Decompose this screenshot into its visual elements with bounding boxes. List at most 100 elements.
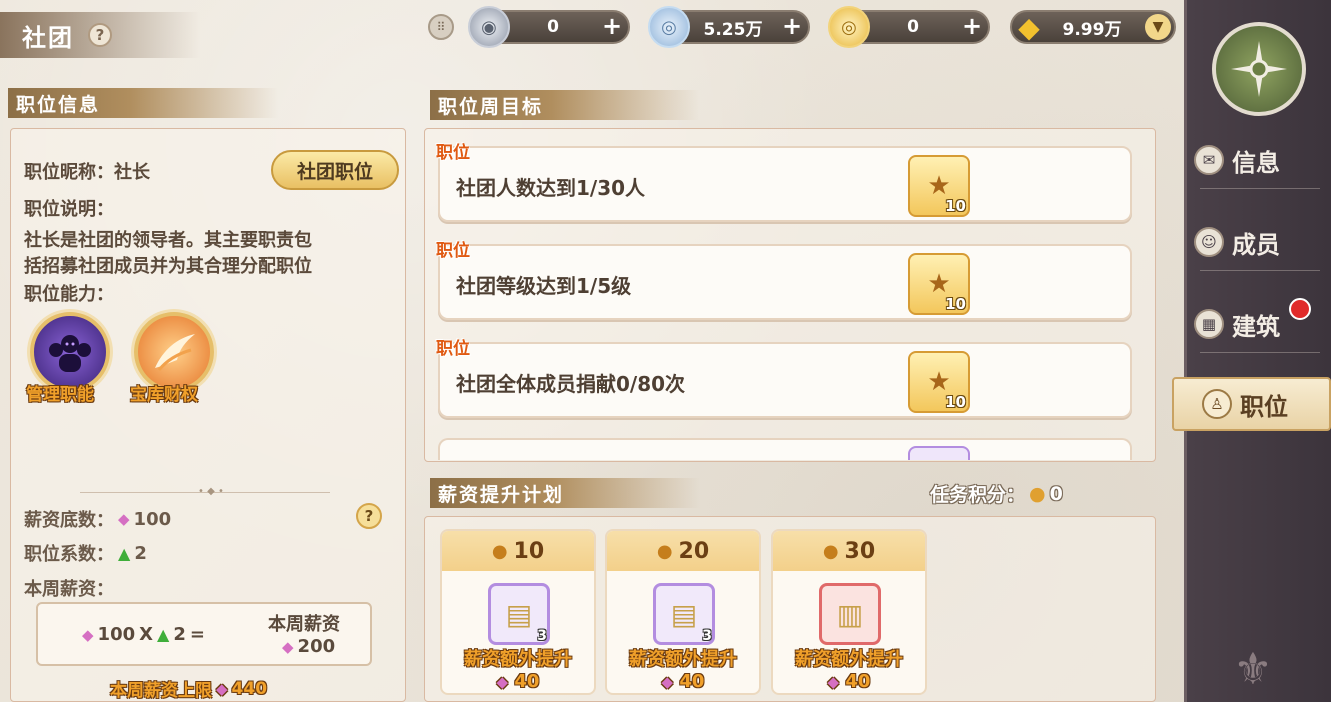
ornament-icon: ⚜: [1233, 644, 1273, 695]
plan-points: 30: [844, 538, 876, 564]
weekly-salary-box: ◆ 100 X ▲ 2 = 本周薪资 ◆ 200: [36, 602, 372, 666]
section-title: 薪资提升计划: [438, 483, 565, 506]
compass-button[interactable]: [1212, 22, 1306, 116]
currency-value: 0: [907, 17, 919, 37]
add-silver-button[interactable]: +: [780, 14, 804, 39]
section-title: 职位周目标: [438, 95, 544, 118]
currency-value: 9.99万: [1062, 19, 1122, 40]
section-title: 职位信息: [16, 93, 101, 116]
description-label: 职位说明：: [24, 199, 114, 220]
plan-card[interactable]: ● 10 ▤ 3 薪资额外提升 ◆ 40: [440, 529, 596, 695]
task-score-label: 任务积分：: [930, 484, 1026, 506]
reward-count: 10: [945, 393, 966, 411]
plan-card[interactable]: ● 20 ▤ 3 薪资额外提升 ◆ 40: [605, 529, 761, 695]
formula-base: 100: [97, 624, 136, 645]
salary-base-value: 100: [133, 508, 172, 530]
divider: [1200, 188, 1320, 189]
help-icon[interactable]: ?: [88, 23, 112, 47]
goal-item: 职位 社团人数达到1/30人 ★ 10: [436, 143, 1132, 222]
plan-card-header: ● 20: [607, 531, 759, 571]
club-position-button[interactable]: 社团职位: [271, 150, 399, 190]
section-header-weekly-goals: 职位周目标: [430, 90, 700, 120]
goal-tag: 职位: [436, 339, 470, 359]
plan-cost: ◆ 40: [607, 671, 759, 692]
book-icon: ▥: [836, 597, 864, 631]
sidebar-item-info[interactable]: ✉ 信息: [1194, 140, 1324, 180]
goal-item-partial: [438, 438, 1132, 460]
box-value: 200: [297, 636, 336, 657]
compass-icon: [1231, 41, 1287, 97]
goal-text: 社团等级达到1/5级: [456, 274, 632, 298]
currency-medal: ◉ 0 +: [468, 6, 630, 48]
description-text-line2: 括招募社团成员并为其合理分配职位: [24, 256, 312, 277]
gem-icon: ◆: [118, 510, 130, 528]
salary-cap-label: 本周薪资上限: [110, 681, 212, 701]
plan-cost-value: 40: [845, 671, 871, 692]
chat-bubble-icon: ✉: [1194, 145, 1224, 175]
plan-reward-item[interactable]: ▤ 3: [488, 583, 550, 645]
add-gold-button[interactable]: +: [960, 14, 984, 39]
page-header: 社团 ?: [0, 12, 200, 58]
plan-item-label: 薪资额外提升: [795, 649, 903, 670]
plan-item-label: 薪资额外提升: [629, 649, 737, 670]
salary-base-row: 薪资底数： ◆ 100: [24, 506, 171, 532]
reward-medal[interactable]: ★ 10: [908, 351, 970, 413]
currency-value: 0: [547, 17, 559, 37]
formula-equals: =: [189, 624, 205, 645]
sidebar-item-members[interactable]: ☺ 成员: [1194, 222, 1324, 262]
vault-wings-icon: [155, 334, 195, 371]
goal-tag: 职位: [436, 241, 470, 261]
goal-text: 社团全体成员捐献0/80次: [456, 372, 686, 396]
diamond-icon: ◆: [1018, 10, 1040, 44]
plan-card-header: ● 10: [442, 531, 594, 571]
arrow-up-icon: ▲: [157, 625, 170, 644]
currency-silver: ◎ 5.25万 +: [648, 6, 810, 48]
salary-base-label: 薪资底数：: [24, 510, 114, 531]
medal-icon: ●: [491, 540, 508, 562]
gem-icon: ◆: [661, 673, 674, 691]
plan-cost: ◆ 40: [773, 671, 925, 692]
reward-item-icon: [908, 446, 970, 460]
medal-icon: ●: [656, 540, 673, 562]
reward-medal[interactable]: ★ 10: [908, 155, 970, 217]
goal-item: 职位 社团等级达到1/5级 ★ 10: [436, 241, 1132, 320]
salary-help-icon[interactable]: ?: [356, 503, 382, 529]
gold-coin-icon: ◎: [828, 6, 870, 48]
sidebar-item-label: 建筑: [1232, 312, 1280, 341]
ability-label: 职位能力：: [24, 284, 114, 305]
item-count: 3: [702, 628, 712, 644]
currency-diamond: ◆ 9.99万 ▼: [1010, 10, 1176, 44]
dropdown-toggle[interactable]: ▼: [1145, 14, 1171, 40]
plan-card[interactable]: ● 30 ▥ 薪资额外提升 ◆ 40: [771, 529, 927, 695]
task-score-value: 0: [1049, 482, 1063, 505]
sidebar-item-position[interactable]: ♙ 职位: [1172, 377, 1331, 431]
page-title: 社团: [22, 23, 74, 52]
description-text-line1: 社长是社团的领导者。其主要职责包: [24, 230, 312, 251]
arrow-up-icon: ▲: [118, 543, 131, 563]
medal-icon: ●: [1029, 482, 1046, 505]
scroll-icon: ▤: [670, 597, 698, 631]
plan-card-header: ● 30: [773, 531, 925, 571]
currency-value: 5.25万: [703, 19, 763, 40]
salary-cap-row: 本周薪资上限 ◆ 440: [110, 676, 268, 702]
box-title: 本周薪资: [268, 614, 340, 635]
plan-cost-value: 40: [679, 671, 705, 692]
salary-cap-value: 440: [231, 678, 268, 699]
section-header-salary-plan: 薪资提升计划: [430, 478, 700, 508]
goal-item: 职位 社团全体成员捐献0/80次 ★ 10: [436, 339, 1132, 418]
plan-reward-item[interactable]: ▤ 3: [653, 583, 715, 645]
divider-ornament-icon: • ◆ •: [198, 486, 224, 497]
grid-menu-icon[interactable]: ⠿: [428, 14, 454, 40]
item-count: 3: [537, 628, 547, 644]
gem-icon: ◆: [827, 673, 840, 691]
sidebar-item-label: 职位: [1240, 392, 1288, 421]
goal-tag: 职位: [436, 143, 470, 163]
reward-medal[interactable]: ★ 10: [908, 253, 970, 315]
nickname-label: 职位昵称：社长: [24, 162, 150, 183]
formula-coef: 2: [173, 624, 186, 645]
add-medal-button[interactable]: +: [600, 14, 624, 39]
formula-times: X: [139, 624, 154, 645]
plan-reward-item[interactable]: ▥: [819, 583, 881, 645]
coefficient-row: 职位系数： ▲ 2: [24, 540, 147, 566]
building-icon: ▦: [1194, 309, 1224, 339]
